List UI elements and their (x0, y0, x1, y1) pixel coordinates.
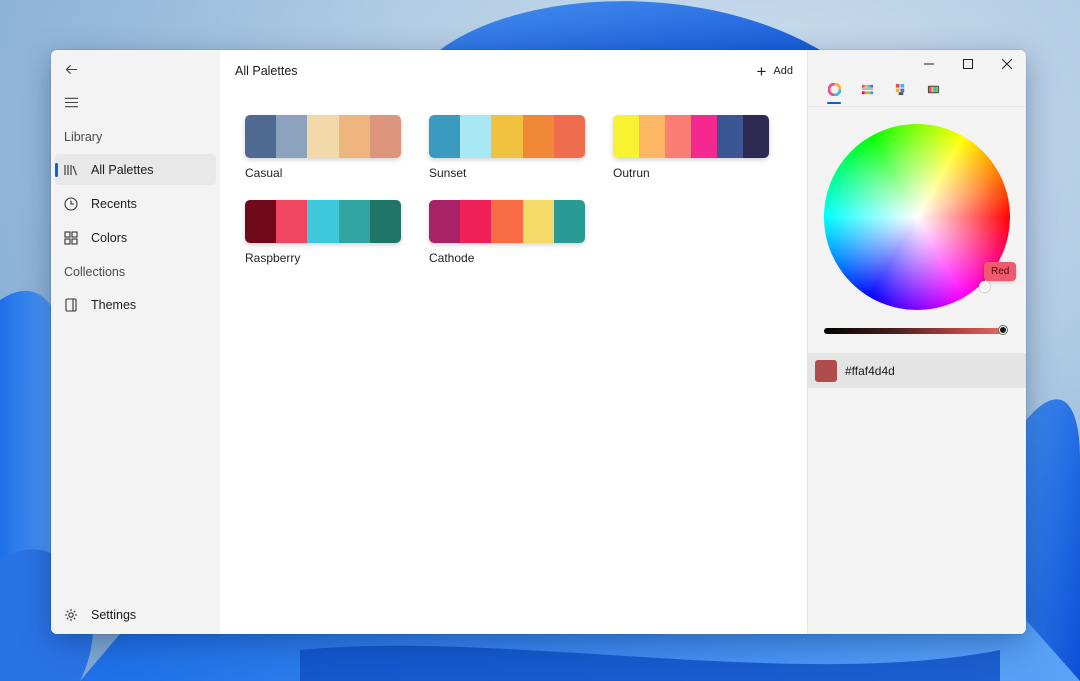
palette-swatch (522, 115, 554, 158)
palette-swatch (522, 200, 554, 243)
palette-swatch (717, 115, 743, 158)
brightness-slider[interactable] (824, 328, 1004, 334)
maximize-button[interactable] (948, 50, 987, 78)
palette-swatch (460, 115, 492, 158)
window-controls (909, 50, 1026, 78)
palette-swatch (639, 115, 665, 158)
palette-swatch (691, 115, 717, 158)
palette-name: Sunset (429, 166, 467, 180)
palette-swatch (369, 115, 401, 158)
sidebar-item-colors[interactable]: Colors (55, 222, 216, 253)
document-icon (63, 297, 79, 313)
color-wheel[interactable]: Red (824, 124, 1017, 310)
page-title: All Palettes (235, 64, 298, 78)
selected-color-swatch (815, 359, 837, 382)
back-button[interactable] (59, 57, 83, 81)
sidebar-item-themes[interactable]: Themes (55, 289, 216, 320)
palette-swatch (245, 200, 277, 243)
brightness-slider-thumb[interactable] (999, 326, 1007, 334)
color-picker-panel: Red #ffaf4d4d (807, 50, 1026, 634)
palette-swatch (307, 115, 339, 158)
sidebar-item-recents[interactable]: Recents (55, 188, 216, 219)
close-button[interactable] (987, 50, 1026, 78)
swatch-grid-icon (895, 83, 905, 95)
sidebar-item-label: Settings (91, 607, 137, 622)
color-wheel-thumb[interactable] (979, 281, 990, 292)
tab-swatch-grid[interactable] (884, 78, 917, 100)
collections-header: Collections (64, 265, 126, 279)
sidebar-item-label: Themes (91, 297, 137, 312)
color-name-tooltip: Red (984, 262, 1017, 281)
minimize-icon (923, 63, 934, 65)
palette-swatch (553, 115, 585, 158)
back-arrow-icon (65, 64, 77, 74)
palette-strips-icon (861, 84, 874, 94)
hex-value: #ffaf4d4d (845, 363, 895, 378)
palette-swatch (491, 200, 523, 243)
palette-strip (429, 115, 585, 158)
sidebar: Library All Palettes Recents Colors Coll… (51, 50, 220, 634)
palette-swatch (491, 115, 523, 158)
selected-color-row[interactable]: #ffaf4d4d (808, 353, 1026, 388)
tab-swatch-row[interactable] (917, 78, 950, 100)
palette-swatch (429, 200, 461, 243)
tabs-divider (808, 106, 1026, 107)
palette-card-casual[interactable]: Casual (245, 115, 402, 180)
hamburger-icon (64, 97, 78, 107)
palette-strip (245, 115, 401, 158)
plus-icon: + (756, 61, 767, 81)
palette-swatch (553, 200, 585, 243)
gear-icon (63, 607, 79, 623)
palette-card-sunset[interactable]: Sunset (429, 115, 586, 180)
palette-swatch (276, 200, 308, 243)
tab-color-wheel[interactable] (818, 78, 851, 104)
palette-swatch (338, 200, 370, 243)
app-window: Library All Palettes Recents Colors Coll… (51, 50, 1026, 634)
library-header: Library (64, 130, 103, 144)
palette-card-outrun[interactable]: Outrun (613, 115, 770, 180)
add-label: Add (773, 65, 793, 77)
sidebar-item-label: All Palettes (91, 162, 154, 177)
selection-indicator (55, 163, 58, 177)
palette-strip (245, 200, 401, 243)
minimize-button[interactable] (909, 50, 948, 78)
palette-swatch (613, 115, 639, 158)
sidebar-item-label: Colors (91, 230, 128, 245)
palette-swatch (429, 115, 461, 158)
palette-name: Casual (245, 166, 283, 180)
palette-swatch (743, 115, 769, 158)
palette-swatch (338, 115, 370, 158)
picker-tabs (818, 78, 950, 104)
swatch-row-icon (927, 85, 940, 93)
library-icon (63, 162, 79, 178)
maximize-icon (962, 59, 973, 69)
palette-card-raspberry[interactable]: Raspberry (245, 200, 402, 265)
tab-palette-strips[interactable] (851, 78, 884, 100)
sidebar-item-all-palettes[interactable]: All Palettes (55, 154, 216, 185)
palette-swatch (276, 115, 308, 158)
grid-icon (63, 230, 79, 246)
color-wheel-icon (828, 82, 841, 96)
add-button[interactable]: + Add (756, 62, 793, 80)
active-tab-indicator (827, 102, 841, 104)
palette-strip (613, 115, 769, 158)
palette-swatch (460, 200, 492, 243)
palette-card-cathode[interactable]: Cathode (429, 200, 586, 265)
palette-swatch (245, 115, 277, 158)
palette-swatch (307, 200, 339, 243)
palette-name: Outrun (613, 166, 650, 180)
menu-button[interactable] (59, 90, 83, 114)
palette-name: Cathode (429, 251, 475, 265)
palette-swatch (665, 115, 691, 158)
close-icon (1001, 59, 1012, 69)
main-content: All Palettes + Add Casual Sunset Outrun … (220, 50, 807, 634)
palette-name: Raspberry (245, 251, 301, 265)
sidebar-item-label: Recents (91, 196, 137, 211)
palette-strip (429, 200, 585, 243)
palette-swatch (369, 200, 401, 243)
sidebar-item-settings[interactable]: Settings (55, 599, 216, 630)
clock-icon (63, 196, 79, 212)
